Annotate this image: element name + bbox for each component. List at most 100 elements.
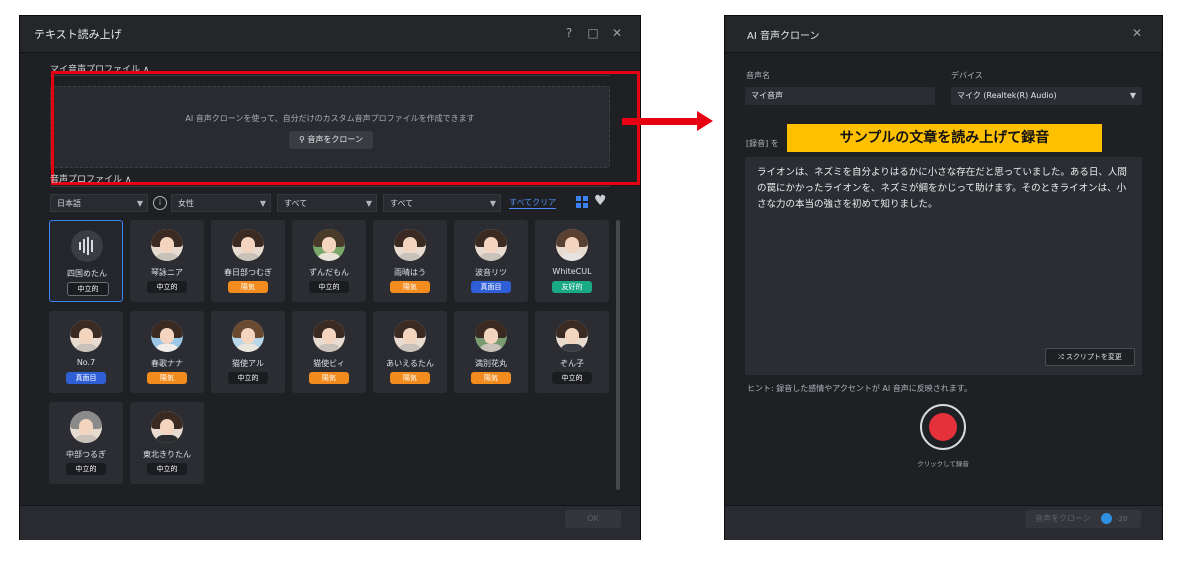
voice-card-name: ずんだもん [309,268,349,277]
voice-card[interactable]: No.7 真面目 [49,311,123,393]
clone-submit-button[interactable]: 音声をクローン -20 [1025,510,1141,528]
voice-card-badge: 陽気 [390,372,430,384]
voice-card-badge: 陽気 [471,372,511,384]
avatar [394,320,426,352]
avatar [232,320,264,352]
avatar [313,229,345,261]
device-label: デバイス [951,71,983,80]
avatar [394,229,426,261]
voice-card-name: 波音リツ [475,268,507,277]
voice-card[interactable]: ずんだもん 中立的 [292,220,366,302]
device-value: マイク (Realtek(R) Audio) [957,91,1057,100]
change-script-button[interactable]: ⤮ スクリプトを変更 [1045,348,1135,366]
voice-card-badge: 中立的 [66,463,106,475]
voice-card[interactable]: 猫使アル 中立的 [211,311,285,393]
voice-name-label: 音声名 [746,71,770,80]
maximize-icon[interactable]: □ [586,26,600,40]
voice-card-name: あいえるたん [386,359,434,368]
info-icon[interactable]: i [153,196,167,210]
category-filter-1[interactable]: すべて ▼ [277,194,377,212]
avatar [556,229,588,261]
device-select[interactable]: マイク (Realtek(R) Audio) ▼ [951,87,1142,105]
category-value-1: すべて [284,199,308,208]
clone-submit-label: 音声をクローン [1035,514,1091,523]
voice-card[interactable]: 琴詠ニア 中立的 [130,220,204,302]
script-label: [録音] を [746,139,779,148]
voice-card[interactable]: 四国めたん 中立的 [49,220,123,302]
gender-value: 女性 [178,199,194,208]
arrow-shaft [622,118,698,125]
script-text-area[interactable]: ライオンは、ネズミを自分よりはるかに小さな存在だと思っていました。ある日、人間の… [745,157,1142,375]
voice-card[interactable]: 波音リツ 真面目 [454,220,528,302]
close-icon[interactable]: ✕ [610,26,624,40]
voice-card[interactable]: 満別花丸 陽気 [454,311,528,393]
avatar [475,320,507,352]
voice-card-badge: 陽気 [309,372,349,384]
voice-card-name: 満別花丸 [475,359,507,368]
voice-card[interactable]: あいえるたん 陽気 [373,311,447,393]
divider [50,186,610,187]
voice-card-badge: 中立的 [147,463,187,475]
chevron-down-icon: ▼ [365,199,372,208]
credit-cost: -20 [1116,515,1128,523]
voice-card-name: 雨晴はう [394,268,426,277]
arrow-right-icon [697,111,713,131]
category-filter-2[interactable]: すべて ▼ [383,194,501,212]
voice-card[interactable]: WhiteCUL 友好的 [535,220,609,302]
voice-card-badge: 陽気 [228,281,268,293]
title-bar: テキスト読み上げ ? □ ✕ [20,16,640,53]
ok-button[interactable]: OK [565,510,621,528]
chevron-down-icon: ▼ [259,199,266,208]
record-label: クリックして録音 [917,460,969,468]
voice-card-name: WhiteCUL [552,267,592,276]
voice-card-name: No.7 [76,358,96,367]
voice-card-badge: 陽気 [390,281,430,293]
avatar-waveform-icon [71,230,103,262]
voice-card[interactable]: 雨晴はう 陽気 [373,220,447,302]
voice-card-badge: 真面目 [471,281,511,293]
avatar [475,229,507,261]
voice-card[interactable]: ぞん子 中立的 [535,311,609,393]
avatar [70,411,102,443]
window-title: AI 音声クローン [747,31,820,42]
voice-card[interactable]: 春歌ナナ 陽気 [130,311,204,393]
voice-card-name: 春歌ナナ [151,359,183,368]
record-icon [929,413,957,441]
voice-profile-header[interactable]: 音声プロファイル ∧ [50,172,131,185]
highlight-box [51,71,640,185]
voice-card-name: 春日部つむぎ [224,268,272,277]
voice-card-badge: 中立的 [228,372,268,384]
voice-name-input[interactable]: マイ音声 [745,87,935,105]
avatar [556,320,588,352]
close-icon[interactable]: ✕ [1130,26,1144,40]
avatar [151,320,183,352]
shuffle-icon: ⤮ [1058,353,1064,361]
gender-filter[interactable]: 女性 ▼ [171,194,271,212]
voice-card-badge: 友好的 [552,281,592,293]
credit-icon [1101,513,1112,524]
language-filter[interactable]: 日本語 ▼ [50,194,148,212]
clear-all-link[interactable]: すべてクリア [509,197,557,209]
favorite-heart-icon[interactable]: ♥ [594,193,607,209]
text-to-speech-window: テキスト読み上げ ? □ ✕ マイ音声プロファイル ∧ AI 音声クローンを使っ… [19,15,641,540]
voice-card-name: 琴詠ニア [151,268,183,277]
voice-card-badge: 陽気 [147,372,187,384]
scrollbar[interactable] [616,220,620,490]
help-icon[interactable]: ? [562,26,576,40]
voice-card-name: 四国めたん [67,269,107,278]
chevron-down-icon: ▼ [136,199,143,208]
voice-card[interactable]: 東北きりたん 中立的 [130,402,204,484]
change-script-label: スクリプトを変更 [1065,353,1122,361]
language-value: 日本語 [57,199,81,208]
category-value-2: すべて [390,199,414,208]
script-text: ライオンは、ネズミを自分よりはるかに小さな存在だと思っていました。ある日、人間の… [757,167,1127,210]
voice-card[interactable]: 猫使ビィ 陽気 [292,311,366,393]
voice-card[interactable]: 春日部つむぎ 陽気 [211,220,285,302]
voice-card[interactable]: 中部つるぎ 中立的 [49,402,123,484]
voice-card-name: 猫使ビィ [313,359,345,368]
chevron-down-icon: ▼ [489,199,496,208]
footer [20,505,640,540]
record-button[interactable] [920,404,966,450]
voice-card-name: 東北きりたん [143,450,191,459]
grid-view-icon[interactable] [576,196,588,208]
